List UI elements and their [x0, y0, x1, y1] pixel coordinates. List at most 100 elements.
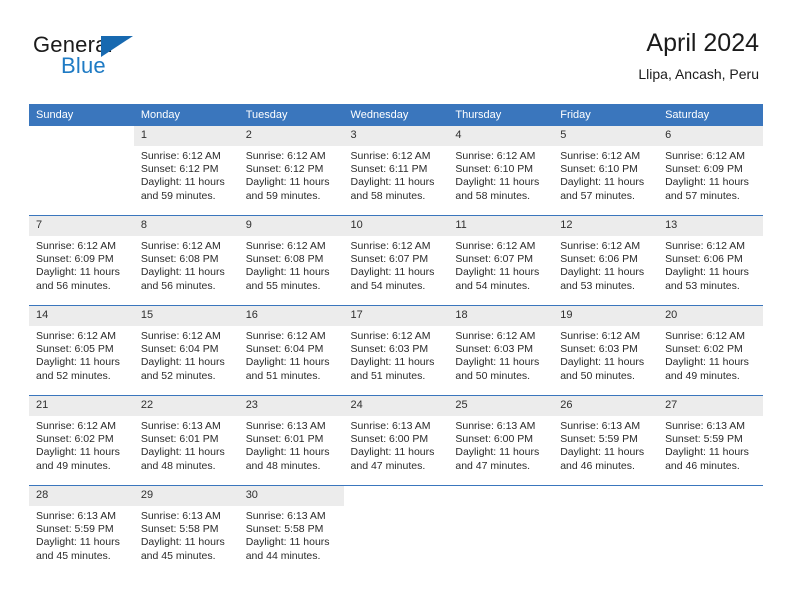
sunset-text: Sunset: 6:09 PM — [36, 253, 114, 266]
sunset-text: Sunset: 6:00 PM — [350, 433, 429, 446]
calendar-day-cell[interactable]: 27 Sunrise: 6:13 AM Sunset: 5:59 PM Dayligh… — [658, 395, 763, 486]
calendar-day-cell[interactable]: 13 Sunrise: 6:12 AM Sunset: 6:06 PM Dayligh… — [658, 215, 763, 306]
calendar-day-cell[interactable]: 18 Sunrise: 6:12 AM Sunset: 6:03 PM Dayligh… — [448, 305, 554, 396]
daylight-text: Daylight: 11 hours and 46 minutes. — [560, 446, 645, 472]
calendar-day-cell[interactable]: 1 Sunrise: 6:12 AM Sunset: 6:12 PM Daylight… — [133, 126, 239, 216]
calendar-day-cell[interactable]: 6 Sunrise: 6:12 AM Sunset: 6:09 PM Daylight… — [658, 126, 763, 216]
sunset-text: Sunset: 6:10 PM — [560, 163, 638, 176]
calendar-grid: Sunday Monday Tuesday Wednesday Thursday Frid… — [29, 104, 763, 575]
calendar-day-cell[interactable]: 15 Sunrise: 6:12 AM Sunset: 6:04 PM Dayligh… — [133, 305, 239, 396]
sunrise-text: Sunrise: 6:12 AM — [245, 150, 326, 162]
calendar-week-row: 1 Sunrise: 6:12 AM Sunset: 6:12 PM Daylight… — [29, 126, 763, 216]
sunset-text: Sunset: 6:01 PM — [140, 433, 219, 446]
day-number: 17 — [343, 306, 449, 326]
sunset-text: Sunset: 6:05 PM — [36, 343, 114, 356]
calendar-day-cell[interactable]: 11 Sunrise: 6:12 AM Sunset: 6:07 PM Dayligh… — [448, 215, 554, 306]
sunrise-text: Sunrise: 6:12 AM — [560, 240, 641, 252]
calendar-day-cell[interactable]: 30 Sunrise: 6:13 AM Sunset: 5:58 PM Dayligh… — [238, 485, 344, 575]
day-number: 22 — [133, 396, 239, 416]
calendar-day-cell[interactable]: 19 Sunrise: 6:12 AM Sunset: 6:03 PM Dayligh… — [553, 305, 659, 396]
day-details: Sunrise: 6:13 AM Sunset: 6:01 PM Daylight:… — [239, 416, 344, 473]
calendar-day-cell[interactable]: 28 Sunrise: 6:13 AM Sunset: 5:59 PM Dayligh… — [29, 485, 134, 575]
calendar-week-row: 28 Sunrise: 6:13 AM Sunset: 5:59 PM Dayligh… — [29, 485, 763, 575]
calendar-day-cell[interactable]: 14 Sunrise: 6:12 AM Sunset: 6:05 PM Dayligh… — [29, 305, 134, 396]
sunrise-text: Sunrise: 6:12 AM — [140, 330, 221, 342]
sunrise-text: Sunrise: 6:13 AM — [140, 510, 221, 522]
daylight-text: Daylight: 11 hours and 58 minutes. — [455, 176, 540, 202]
day-number — [448, 486, 554, 506]
day-details: Sunrise: 6:13 AM Sunset: 5:58 PM Daylight:… — [134, 506, 239, 563]
calendar-day-cell[interactable]: 25 Sunrise: 6:13 AM Sunset: 6:00 PM Dayligh… — [448, 395, 554, 486]
day-number: 8 — [133, 216, 239, 236]
weekday-header-saturday: Saturday — [658, 104, 763, 126]
day-details: Sunrise: 6:13 AM Sunset: 6:01 PM Daylight:… — [134, 416, 239, 473]
day-details: Sunrise: 6:12 AM Sunset: 6:03 PM Daylight:… — [448, 326, 553, 383]
daylight-text: Daylight: 11 hours and 48 minutes. — [140, 446, 225, 472]
calendar-day-cell[interactable]: 3 Sunrise: 6:12 AM Sunset: 6:11 PM Daylight… — [343, 126, 449, 216]
calendar-day-cell[interactable]: 8 Sunrise: 6:12 AM Sunset: 6:08 PM Daylight… — [133, 215, 239, 306]
sunrise-text: Sunrise: 6:13 AM — [665, 420, 746, 432]
sunrise-text: Sunrise: 6:12 AM — [245, 240, 326, 252]
day-details: Sunrise: 6:12 AM Sunset: 6:02 PM Daylight:… — [658, 326, 763, 383]
sunrise-text: Sunrise: 6:13 AM — [140, 420, 221, 432]
daylight-text: Daylight: 11 hours and 52 minutes. — [36, 356, 120, 382]
day-number: 28 — [29, 486, 134, 506]
daylight-text: Daylight: 11 hours and 56 minutes. — [140, 266, 225, 292]
sunrise-text: Sunrise: 6:12 AM — [560, 150, 641, 162]
sunrise-text: Sunrise: 6:13 AM — [36, 510, 116, 522]
day-number: 4 — [448, 126, 554, 146]
calendar-day-cell-empty — [343, 485, 449, 575]
day-number: 15 — [133, 306, 239, 326]
calendar-day-cell-empty — [29, 126, 134, 216]
calendar-day-cell[interactable]: 2 Sunrise: 6:12 AM Sunset: 6:12 PM Daylight… — [238, 126, 344, 216]
day-details: Sunrise: 6:12 AM Sunset: 6:02 PM Daylight:… — [29, 416, 134, 473]
sunrise-text: Sunrise: 6:13 AM — [455, 420, 536, 432]
day-details: Sunrise: 6:12 AM Sunset: 6:07 PM Daylight:… — [448, 236, 553, 293]
weekday-header-friday: Friday — [553, 104, 659, 126]
calendar-day-cell[interactable]: 16 Sunrise: 6:12 AM Sunset: 6:04 PM Dayligh… — [238, 305, 344, 396]
calendar-day-cell[interactable]: 4 Sunrise: 6:12 AM Sunset: 6:10 PM Daylight… — [448, 126, 554, 216]
calendar-day-cell[interactable]: 9 Sunrise: 6:12 AM Sunset: 6:08 PM Daylight… — [238, 215, 344, 306]
day-number: 7 — [29, 216, 134, 236]
calendar-day-cell[interactable]: 10 Sunrise: 6:12 AM Sunset: 6:07 PM Dayligh… — [343, 215, 449, 306]
sunrise-text: Sunrise: 6:12 AM — [140, 150, 221, 162]
calendar-day-cell[interactable]: 21 Sunrise: 6:12 AM Sunset: 6:02 PM Dayligh… — [29, 395, 134, 486]
day-number: 26 — [553, 396, 659, 416]
sunset-text: Sunset: 6:08 PM — [245, 253, 324, 266]
sunrise-text: Sunrise: 6:12 AM — [665, 330, 746, 342]
calendar-day-cell[interactable]: 22 Sunrise: 6:13 AM Sunset: 6:01 PM Dayligh… — [133, 395, 239, 486]
calendar-day-cell[interactable]: 20 Sunrise: 6:12 AM Sunset: 6:02 PM Dayligh… — [658, 305, 763, 396]
day-number — [658, 486, 763, 506]
sunrise-text: Sunrise: 6:13 AM — [560, 420, 641, 432]
sunset-text: Sunset: 6:10 PM — [455, 163, 534, 176]
sunrise-text: Sunrise: 6:12 AM — [455, 150, 536, 162]
calendar-day-cell[interactable]: 17 Sunrise: 6:12 AM Sunset: 6:03 PM Dayligh… — [343, 305, 449, 396]
day-number: 19 — [553, 306, 659, 326]
calendar-day-cell[interactable]: 29 Sunrise: 6:13 AM Sunset: 5:58 PM Dayligh… — [133, 485, 239, 575]
sunset-text: Sunset: 6:06 PM — [560, 253, 638, 266]
calendar-week-row: 14 Sunrise: 6:12 AM Sunset: 6:05 PM Dayligh… — [29, 305, 763, 396]
sunset-text: Sunset: 5:58 PM — [140, 523, 219, 536]
sunset-text: Sunset: 6:07 PM — [350, 253, 429, 266]
calendar-day-cell[interactable]: 7 Sunrise: 6:12 AM Sunset: 6:09 PM Daylight… — [29, 215, 134, 306]
calendar-page: General Blue April 2024 Llipa, Ancash, P… — [0, 0, 792, 612]
day-number: 25 — [448, 396, 554, 416]
daylight-text: Daylight: 11 hours and 47 minutes. — [350, 446, 435, 472]
sunset-text: Sunset: 5:59 PM — [665, 433, 743, 446]
sunrise-text: Sunrise: 6:12 AM — [245, 330, 326, 342]
calendar-day-cell[interactable]: 5 Sunrise: 6:12 AM Sunset: 6:10 PM Daylight… — [553, 126, 659, 216]
calendar-day-cell[interactable]: 12 Sunrise: 6:12 AM Sunset: 6:06 PM Dayligh… — [553, 215, 659, 306]
calendar-day-cell[interactable]: 24 Sunrise: 6:13 AM Sunset: 6:00 PM Dayligh… — [343, 395, 449, 486]
calendar-day-cell[interactable]: 23 Sunrise: 6:13 AM Sunset: 6:01 PM Dayligh… — [238, 395, 344, 486]
day-details: Sunrise: 6:13 AM Sunset: 6:00 PM Daylight:… — [344, 416, 449, 473]
daylight-text: Daylight: 11 hours and 49 minutes. — [36, 446, 120, 472]
general-blue-logo[interactable]: General Blue — [33, 32, 153, 88]
day-number: 18 — [448, 306, 554, 326]
sunrise-text: Sunrise: 6:12 AM — [455, 240, 536, 252]
title-block: April 2024 Llipa, Ancash, Peru — [638, 28, 759, 84]
day-number: 20 — [658, 306, 763, 326]
calendar-header-row: Sunday Monday Tuesday Wednesday Thursday Frid… — [29, 104, 763, 126]
calendar-day-cell[interactable]: 26 Sunrise: 6:13 AM Sunset: 5:59 PM Dayligh… — [553, 395, 659, 486]
calendar-day-cell-empty — [448, 485, 554, 575]
day-number: 16 — [238, 306, 344, 326]
